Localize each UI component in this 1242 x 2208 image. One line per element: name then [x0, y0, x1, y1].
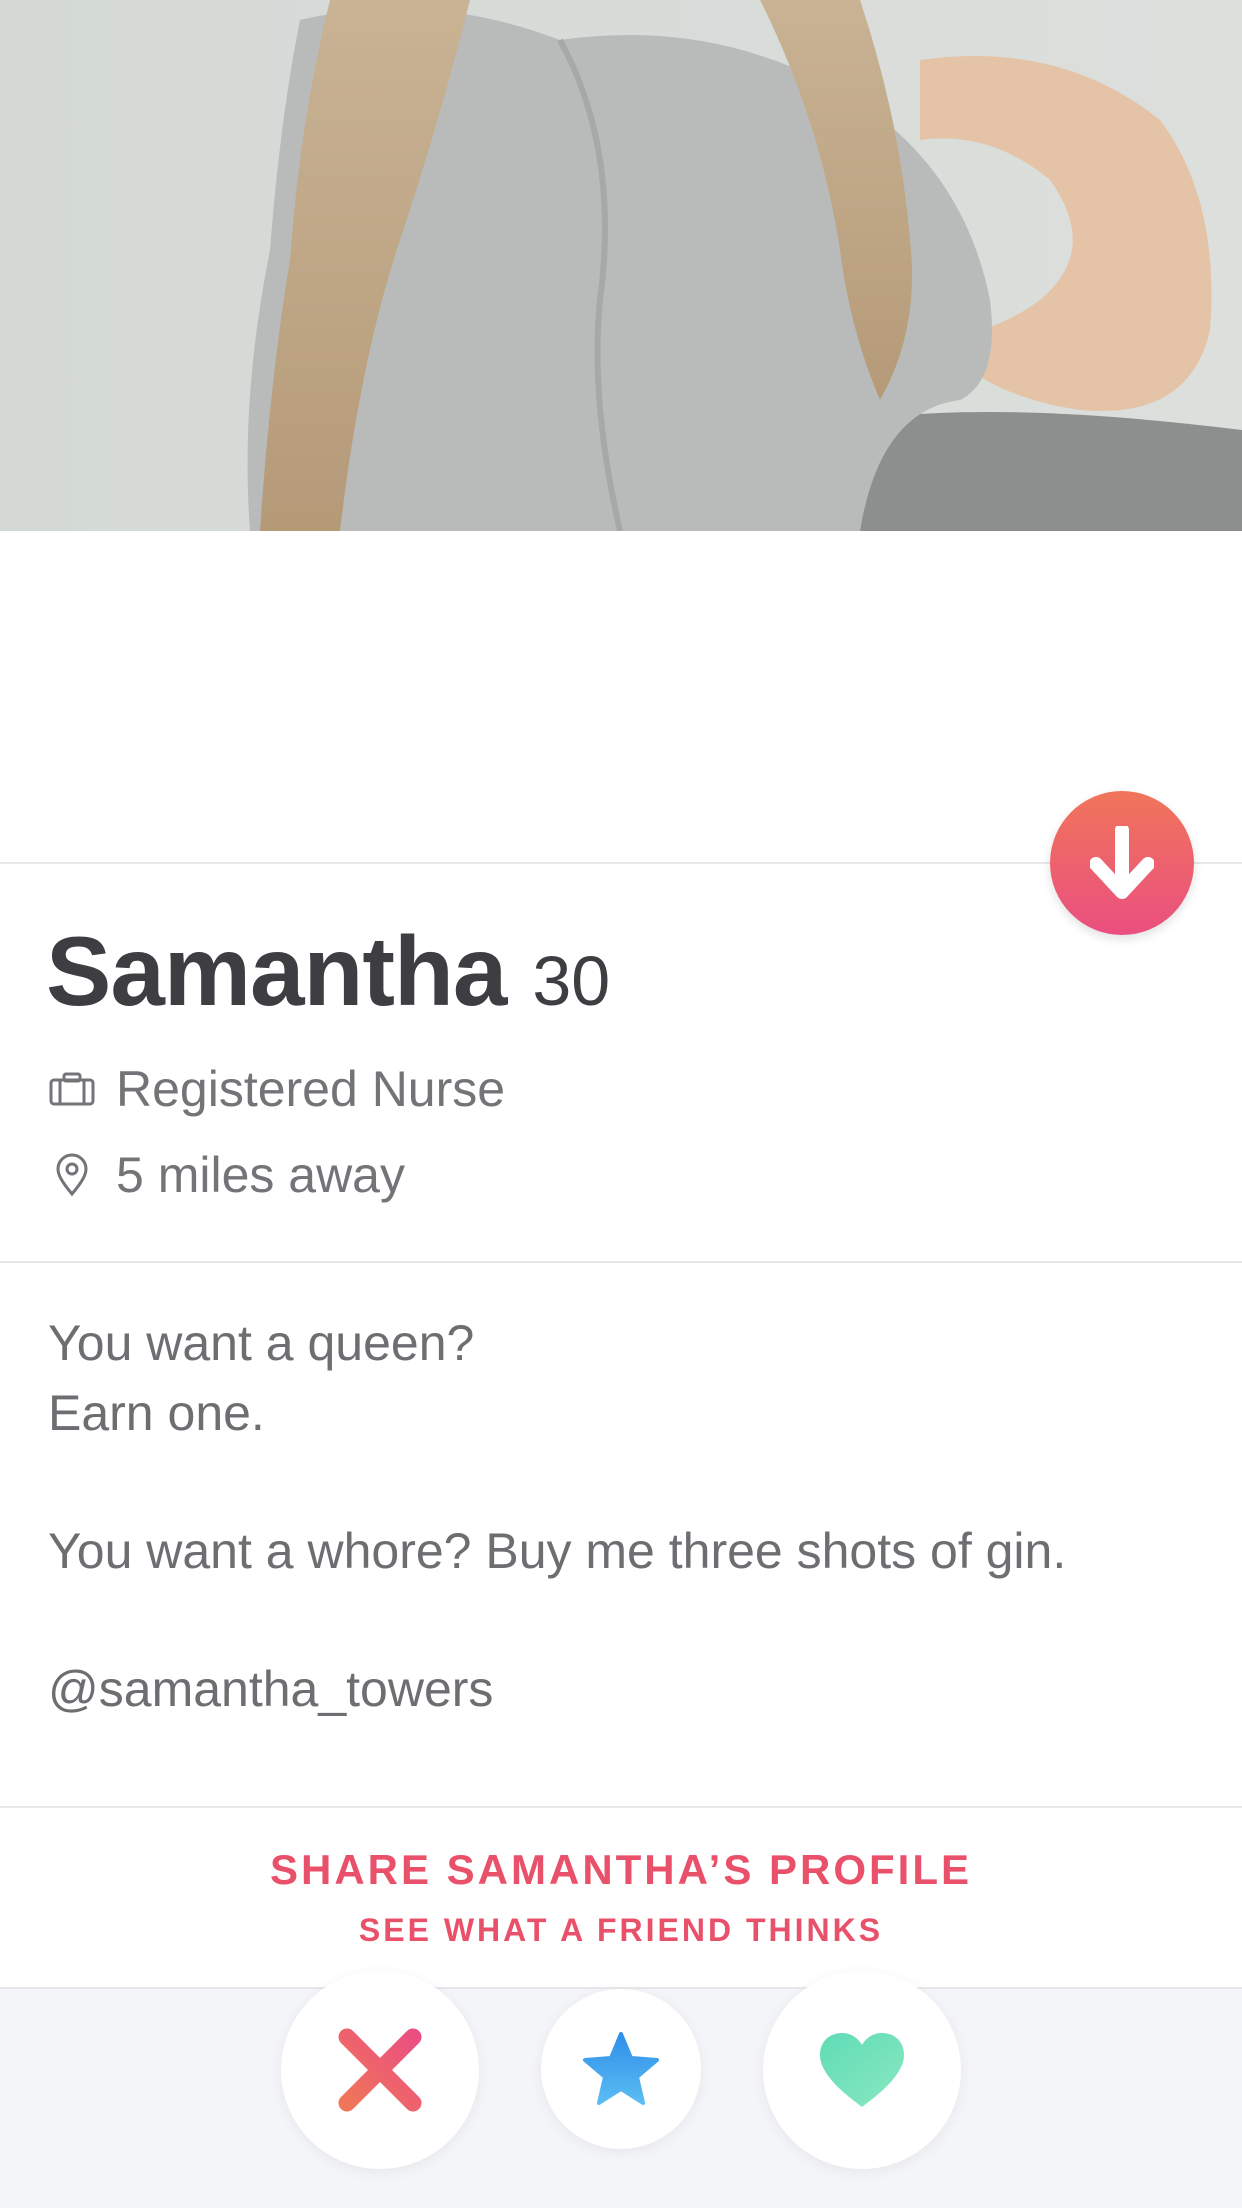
profile-photo[interactable] [0, 0, 1242, 531]
job-row: Registered Nurse [48, 1060, 505, 1118]
nope-button[interactable] [281, 1971, 479, 2169]
profile-age: 30 [532, 942, 611, 1020]
action-bar [0, 1971, 1242, 2208]
bio-instagram-handle: @samantha_towers [48, 1661, 494, 1717]
collapse-profile-button[interactable] [1050, 791, 1194, 935]
share-profile-subtitle[interactable]: SEE WHAT A FRIEND THINKS [0, 1912, 1242, 1949]
profile-name: Samantha [46, 916, 507, 1026]
distance-row: 5 miles away [48, 1146, 405, 1204]
name-row: Samantha 30 [46, 915, 610, 1035]
divider-share [0, 1806, 1242, 1808]
job-title: Registered Nurse [116, 1061, 506, 1117]
bio-line: You want a queen? [48, 1315, 475, 1371]
nope-x-icon [338, 2028, 422, 2112]
distance-text: 5 miles away [116, 1147, 405, 1203]
arrow-down-icon [1090, 826, 1154, 899]
bio-line: Earn one. [48, 1385, 265, 1441]
like-button[interactable] [763, 1971, 961, 2169]
share-profile-button[interactable]: SHARE SAMANTHA’S PROFILE [0, 1846, 1242, 1894]
bio: You want a queen? Earn one. You want a w… [48, 1308, 1208, 1724]
divider-bio [0, 1261, 1242, 1263]
star-icon [583, 2032, 659, 2105]
briefcase-icon [48, 1065, 96, 1113]
profile-photo-image [0, 0, 1242, 531]
location-pin-icon [48, 1151, 96, 1199]
bio-line-blank [48, 1586, 1208, 1654]
bio-line: You want a whore? Buy me three shots of … [48, 1523, 1067, 1579]
super-like-button[interactable] [541, 1989, 701, 2149]
bio-line-blank [48, 1448, 1208, 1516]
heart-icon [820, 2033, 904, 2107]
